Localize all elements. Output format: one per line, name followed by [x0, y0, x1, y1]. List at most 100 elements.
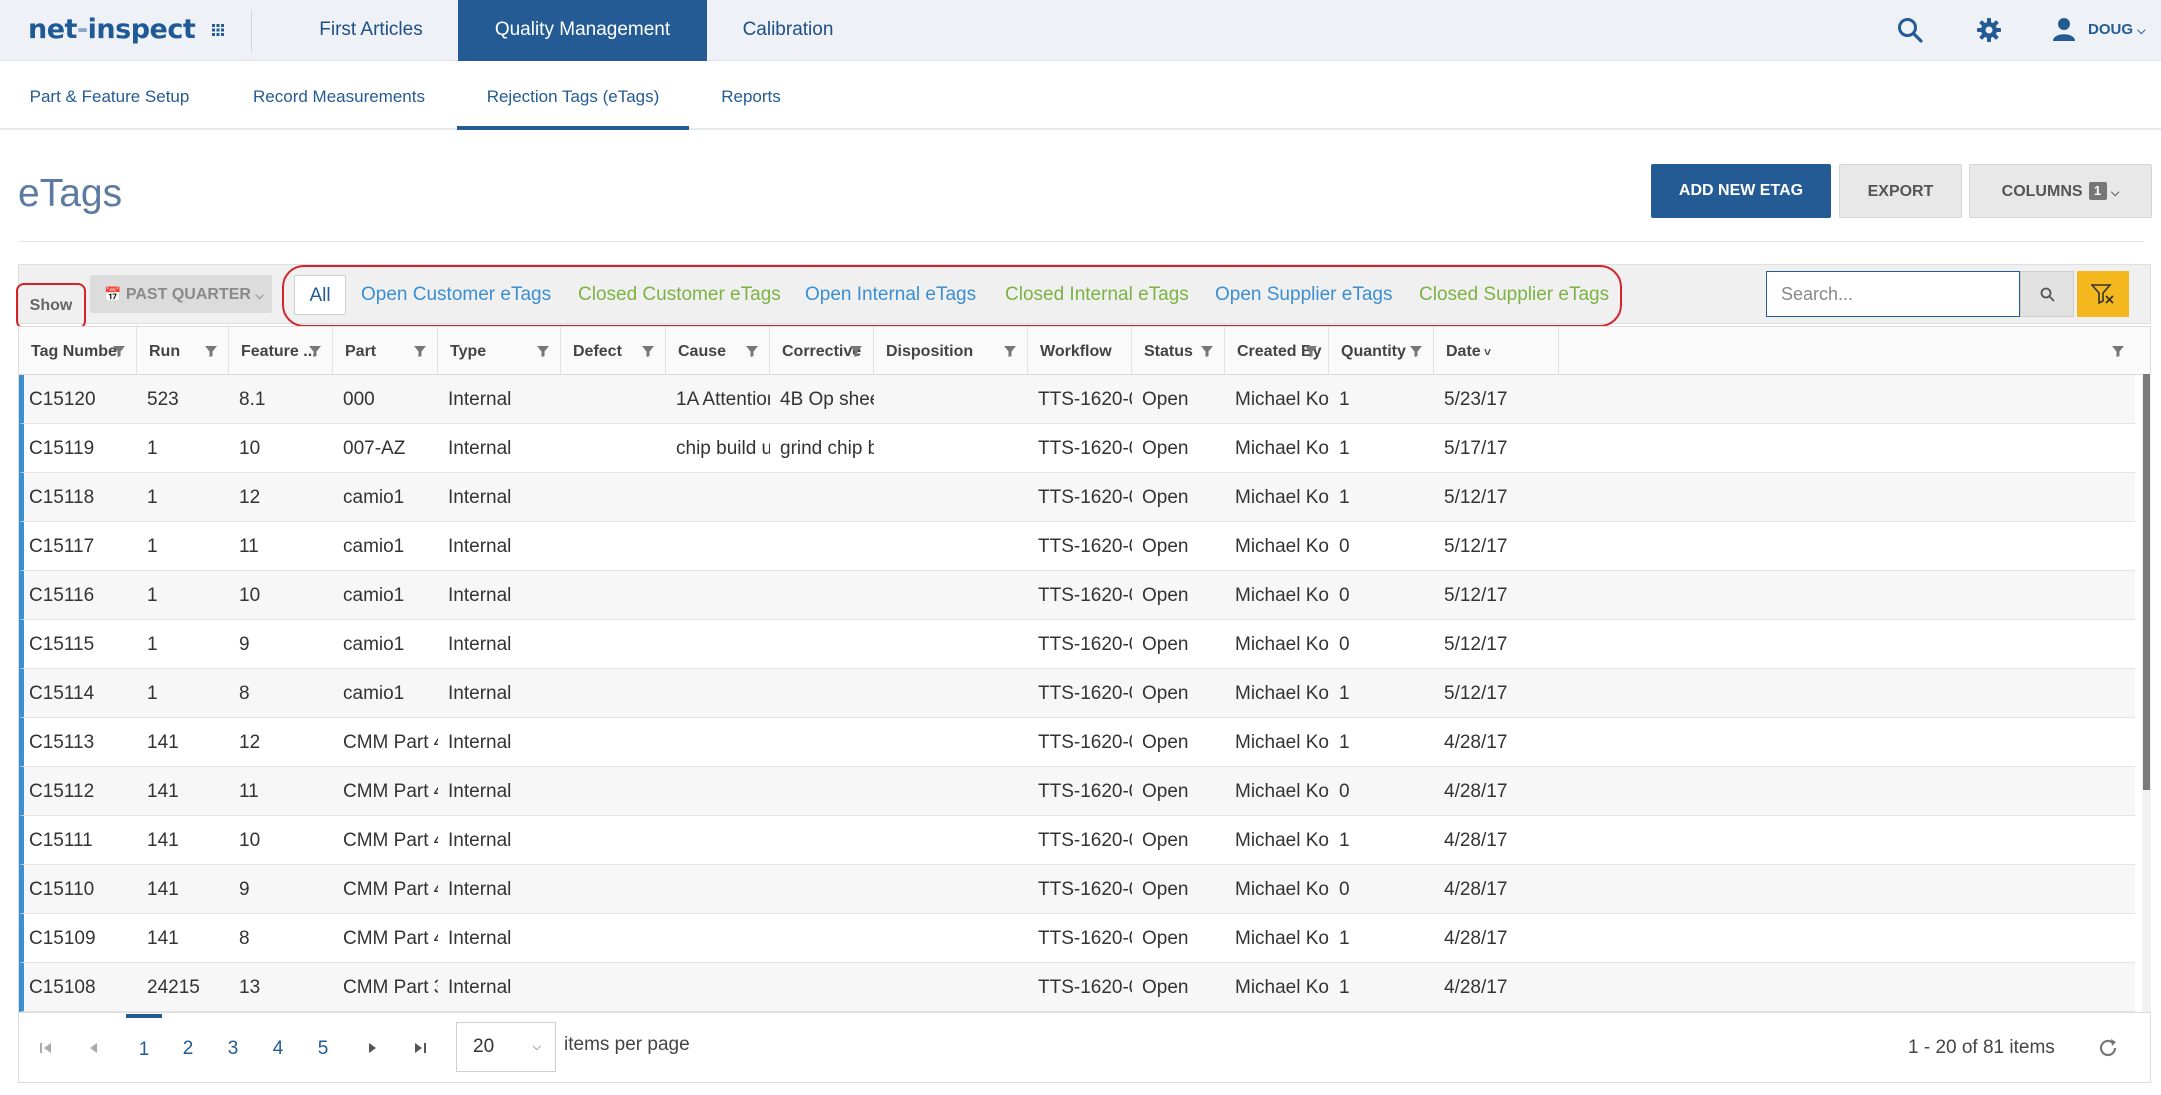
column-header-feature[interactable]: Feature ...	[229, 327, 333, 375]
refresh-icon[interactable]	[2097, 1037, 2119, 1059]
last-page-icon[interactable]	[412, 1040, 428, 1056]
cell-run: 1	[147, 683, 158, 704]
column-header-cause[interactable]: Cause	[666, 327, 770, 375]
table-row[interactable]: C15109 141 8 CMM Part 4 Internal TTS-1620-000…	[19, 914, 2135, 963]
page-1-button[interactable]: 1	[126, 1014, 162, 1068]
column-filter-icon[interactable]	[1409, 344, 1423, 358]
cell-type: Internal	[448, 487, 512, 508]
column-header-disposition[interactable]: Disposition	[874, 327, 1028, 375]
table-row[interactable]: C15115 1 9 camio1 Internal TTS-1620-000 Open Mi…	[19, 620, 2135, 669]
search-button[interactable]	[2020, 271, 2074, 317]
column-header-date[interactable]: Date ˅	[1434, 327, 1559, 375]
column-header-created-by[interactable]: Created By	[1225, 327, 1329, 375]
cell-status: Open	[1142, 732, 1189, 753]
add-new-etag-button[interactable]: ADD NEW ETAG	[1651, 164, 1831, 218]
table-row[interactable]: C15120 523 8.1 000 Internal 1A Attention... 4B…	[19, 375, 2135, 424]
column-filter-icon[interactable]	[204, 344, 218, 358]
column-filter-icon[interactable]	[745, 344, 759, 358]
tab-first-articles[interactable]: First Articles	[276, 0, 466, 61]
column-menu-filter-icon[interactable]	[2111, 344, 2125, 358]
app-grid-icon[interactable]	[210, 22, 226, 38]
items-per-page-label: items per page	[564, 1034, 690, 1055]
table-row[interactable]: C15108 24215 13 CMM Part 3 Internal TTS-1620-…	[19, 963, 2135, 1012]
column-header-label: Run	[149, 343, 181, 360]
cell-date: 4/28/17	[1444, 781, 1508, 802]
page-4-button[interactable]: 4	[260, 1030, 296, 1068]
column-header-run[interactable]: Run	[137, 327, 229, 375]
table-row[interactable]: C15117111camio1InternalTTS-1620-000OpenM…	[19, 522, 2135, 571]
filter-open-internal[interactable]: Open Internal eTags	[805, 275, 976, 315]
table-row[interactable]: C15118 1 12 camio1 Internal TTS-1620-000 Open M…	[19, 473, 2135, 522]
table-row[interactable]: C15116 1 10 camio1 Internal TTS-1620-000 Open M…	[19, 571, 2135, 620]
cell-tag-number: C15112	[29, 781, 95, 802]
sort-desc-icon[interactable]: ˅	[1481, 345, 1491, 359]
page-size-select[interactable]: 20 ⌵	[456, 1022, 556, 1072]
tab-calibration[interactable]: Calibration	[707, 0, 869, 61]
column-filter-icon[interactable]	[849, 344, 863, 358]
next-page-icon[interactable]	[364, 1040, 380, 1056]
column-filter-icon[interactable]	[112, 344, 126, 358]
period-dropdown[interactable]: 📅 PAST QUARTER ⌵	[90, 275, 272, 313]
grid-header: Tag Number Run Feature ... Part Type Defect Ca…	[19, 327, 2150, 375]
column-header-quantity[interactable]: Quantity	[1329, 327, 1434, 375]
logo-text-inspect: inspect	[87, 14, 196, 45]
columns-button[interactable]: COLUMNS 1 ⌵	[1969, 164, 2152, 218]
tab-reports[interactable]: Reports	[712, 61, 790, 130]
search-input[interactable]	[1766, 271, 2020, 317]
cell-quantity: 1	[1339, 732, 1350, 753]
cell-created-by: Michael Kole...	[1235, 977, 1329, 998]
table-row[interactable]: C15113 141 12 CMM Part 4 Internal TTS-1620-00…	[19, 718, 2135, 767]
tab-quality-management[interactable]: Quality Management	[458, 0, 707, 61]
cell-disposition	[874, 914, 1028, 963]
table-row[interactable]: C15112 141 11 CMM Part 4 Internal TTS-1620-00…	[19, 767, 2135, 816]
user-menu[interactable]: DOUG ⌵	[2088, 21, 2146, 38]
user-avatar-icon[interactable]	[2053, 17, 2075, 41]
search-icon[interactable]	[1896, 16, 1924, 44]
page-2-button[interactable]: 2	[170, 1030, 206, 1068]
table-row[interactable]: C15111 141 10 CMM Part 4 Internal TTS-1620-00…	[19, 816, 2135, 865]
column-header-tag-number[interactable]: Tag Number	[19, 327, 137, 375]
column-header-status[interactable]: Status	[1132, 327, 1225, 375]
column-header-workflow[interactable]: Workflow	[1028, 327, 1132, 375]
filter-closed-supplier[interactable]: Closed Supplier eTags	[1419, 275, 1609, 315]
column-filter-icon[interactable]	[1003, 344, 1017, 358]
tab-record-measurements[interactable]: Record Measurements	[242, 61, 436, 130]
column-filter-icon[interactable]	[413, 344, 427, 358]
previous-page-icon[interactable]	[86, 1040, 102, 1056]
page-3-button[interactable]: 3	[215, 1030, 251, 1068]
column-filter-icon[interactable]	[641, 344, 655, 358]
filter-all[interactable]: All	[294, 275, 346, 315]
column-filter-icon[interactable]	[536, 344, 550, 358]
filter-open-supplier[interactable]: Open Supplier eTags	[1215, 275, 1392, 315]
table-row[interactable]: C15110 141 9 CMM Part 4 Internal TTS-1620-000…	[19, 865, 2135, 914]
cell-part: CMM Part 3	[343, 977, 438, 998]
filter-closed-internal[interactable]: Closed Internal eTags	[1005, 275, 1189, 315]
filter-closed-customer[interactable]: Closed Customer eTags	[578, 275, 781, 315]
cell-corrective	[770, 963, 874, 1012]
table-row[interactable]: C15119 1 10 007-AZ Internal chip build u... gr…	[19, 424, 2135, 473]
cell-part: CMM Part 4	[343, 879, 438, 900]
first-page-icon[interactable]	[38, 1040, 54, 1056]
column-header-type[interactable]: Type	[438, 327, 561, 375]
cell-defect	[561, 620, 666, 669]
column-header-part[interactable]: Part	[333, 327, 438, 375]
cell-created-by: Michael Kole...	[1235, 487, 1329, 508]
cell-status: Open	[1142, 634, 1189, 655]
cell-created-by: Michael Kole...	[1235, 781, 1329, 802]
tab-part-feature-setup[interactable]: Part & Feature Setup	[12, 61, 207, 130]
export-button[interactable]: EXPORT	[1839, 164, 1962, 218]
net-inspect-logo[interactable]: net-inspect	[28, 14, 196, 45]
filter-open-customer[interactable]: Open Customer eTags	[361, 275, 551, 315]
column-filter-icon[interactable]	[308, 344, 322, 358]
cell-run: 1	[147, 487, 158, 508]
column-filter-icon[interactable]	[1304, 344, 1318, 358]
table-row[interactable]: C15114 1 8 camio1 Internal TTS-1620-000 Open Mi…	[19, 669, 2135, 718]
column-header-corrective[interactable]: Corrective	[770, 327, 874, 375]
clear-filters-button[interactable]	[2077, 271, 2129, 317]
column-header-defect[interactable]: Defect	[561, 327, 666, 375]
column-filter-icon[interactable]	[1200, 344, 1214, 358]
gear-icon[interactable]	[1975, 16, 2003, 44]
tab-rejection-tags[interactable]: Rejection Tags (eTags)	[457, 61, 689, 130]
scrollbar-thumb[interactable]	[2143, 374, 2150, 790]
page-5-button[interactable]: 5	[305, 1030, 341, 1068]
